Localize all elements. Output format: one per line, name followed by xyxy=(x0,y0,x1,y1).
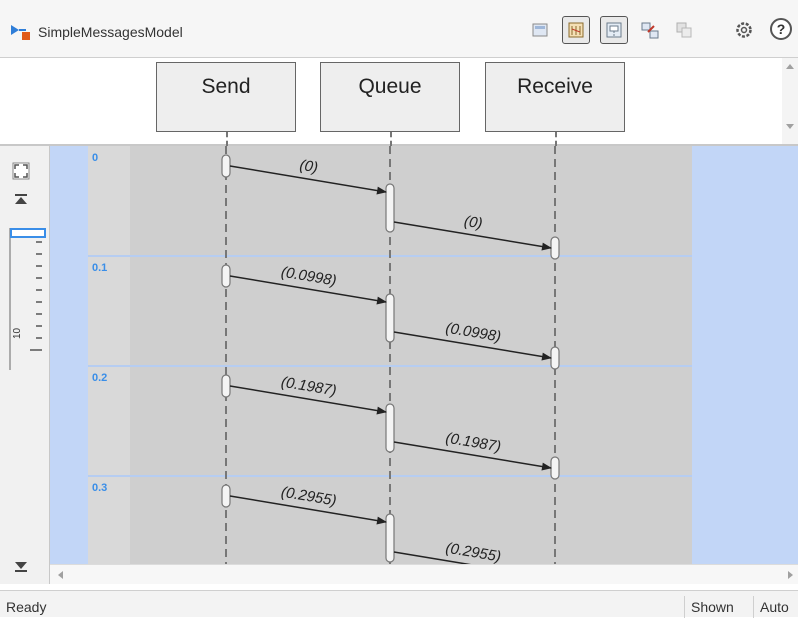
header-scrollbar[interactable] xyxy=(782,58,798,144)
help-button[interactable]: ? xyxy=(770,18,792,40)
activation-receive[interactable] xyxy=(550,456,560,480)
model-name: SimpleMessagesModel xyxy=(38,24,183,40)
time-navigator: 10 xyxy=(0,146,50,584)
horizontal-scrollbar[interactable] xyxy=(50,564,798,584)
status-shown[interactable]: Shown xyxy=(684,596,742,618)
hierarchy-icon xyxy=(641,22,659,39)
scroll-right-icon[interactable] xyxy=(788,571,793,579)
fit-to-view-icon[interactable] xyxy=(12,162,30,180)
activation-send[interactable] xyxy=(221,264,231,288)
lifeline-label: Send xyxy=(201,75,251,98)
export-icon xyxy=(676,22,692,38)
activation-send[interactable] xyxy=(221,374,231,398)
status-bar: Ready Shown Auto xyxy=(0,590,798,618)
lifeline-stem xyxy=(390,132,392,146)
lifeline-header: Send Queue Receive xyxy=(0,58,798,146)
go-to-start-icon[interactable] xyxy=(13,192,29,208)
lifeline-label: Receive xyxy=(517,75,593,98)
scroll-down-icon[interactable] xyxy=(786,124,794,129)
timeline-icon xyxy=(568,22,584,38)
go-to-end-icon[interactable] xyxy=(13,558,29,574)
toolbar: SimpleMessagesModel ? xyxy=(0,0,798,58)
time-gutter xyxy=(88,146,130,564)
scroll-up-icon[interactable] xyxy=(786,64,794,69)
lifeline-stem xyxy=(555,132,557,146)
activation-queue[interactable] xyxy=(385,403,395,453)
lifeline-area xyxy=(130,146,692,564)
activation-receive[interactable] xyxy=(550,236,560,260)
sequence-timeline: 0 0.1 0.2 0.3 (0) (0) (0.0998) (0.0998) (0.1987… xyxy=(50,146,798,564)
activation-send[interactable] xyxy=(221,154,231,178)
time-label: 0.3 xyxy=(92,482,107,494)
lifeline-receive[interactable]: Receive xyxy=(485,62,625,132)
activation-queue[interactable] xyxy=(385,293,395,343)
activation-queue[interactable] xyxy=(385,513,395,563)
status-text: Ready xyxy=(6,599,47,615)
lifeline-send[interactable]: Send xyxy=(156,62,296,132)
activation-send[interactable] xyxy=(221,484,231,508)
message-label: (0) xyxy=(463,213,484,233)
block-icon xyxy=(532,23,548,37)
hierarchy-button[interactable] xyxy=(636,16,664,44)
message-label: (0) xyxy=(298,157,319,177)
block-button[interactable] xyxy=(526,16,554,44)
lifeline-button[interactable] xyxy=(600,16,628,44)
scroll-left-icon[interactable] xyxy=(58,571,63,579)
lifeline-icon xyxy=(606,22,622,38)
lifeline-stem xyxy=(226,132,228,146)
export-button[interactable] xyxy=(670,16,698,44)
time-label: 0.2 xyxy=(92,372,107,384)
status-auto[interactable]: Auto xyxy=(753,596,793,618)
time-label: 0.1 xyxy=(92,262,107,274)
zoom-thumb[interactable] xyxy=(10,228,46,238)
lifeline-label: Queue xyxy=(358,75,422,98)
timeline-button[interactable] xyxy=(562,16,590,44)
time-label: 0 xyxy=(92,152,98,164)
zoom-ruler[interactable] xyxy=(8,224,42,374)
activation-receive[interactable] xyxy=(550,346,560,370)
model-icon xyxy=(11,25,30,40)
zoom-level-label: 10 xyxy=(12,327,23,339)
lifeline-queue[interactable]: Queue xyxy=(320,62,460,132)
activation-queue[interactable] xyxy=(385,183,395,233)
settings-button[interactable] xyxy=(730,16,758,44)
settings-icon xyxy=(736,22,752,38)
